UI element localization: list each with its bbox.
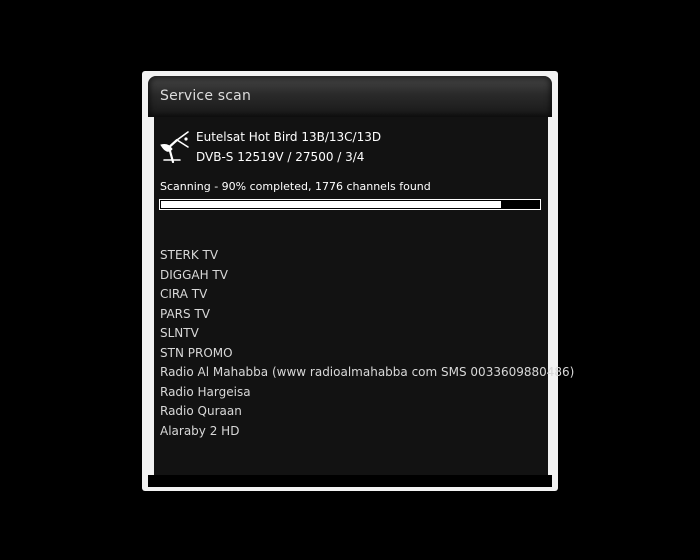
found-channel-list: STERK TV DIGGAH TV CIRA TV PARS TV SLNTV STN … [160,246,574,441]
channel-list-item: STN PROMO [160,345,233,360]
satellite-name: Eutelsat Hot Bird 13B/13C/13D [196,130,382,144]
channel-list-item: Radio Hargeisa [160,384,251,399]
dialog-bottom-edge [148,475,552,487]
channel-list-item: DIGGAH TV [160,267,228,282]
channel-list-item: Alaraby 2 HD [160,423,240,438]
channel-list-item: STERK TV [160,248,219,262]
scan-panel: Eutelsat Hot Bird 13B/13C/13D DVB-S 1251… [154,117,574,475]
channel-list-item: PARS TV [160,306,210,321]
dialog-title: Service scan [160,88,252,104]
channel-list-item: CIRA TV [160,287,208,301]
screen: Service scan Eutelsat Hot Bird 13B/13C/1… [0,0,700,560]
scan-status: Scanning - 90% completed, 1776 channels … [160,180,431,193]
scan-progress-bar [159,199,541,210]
channel-list-item: Radio Quraan [160,404,242,418]
scan-progress-fill [161,201,501,208]
channel-list-item: Radio Al Mahabba (www radioalmahabba com… [160,365,575,379]
transponder-info: DVB-S 12519V / 27500 / 3/4 [196,150,365,164]
dialog-titlebar: Service scan [148,76,552,117]
satellite-dish-icon [160,131,189,163]
channel-list-item: SLNTV [160,326,199,340]
